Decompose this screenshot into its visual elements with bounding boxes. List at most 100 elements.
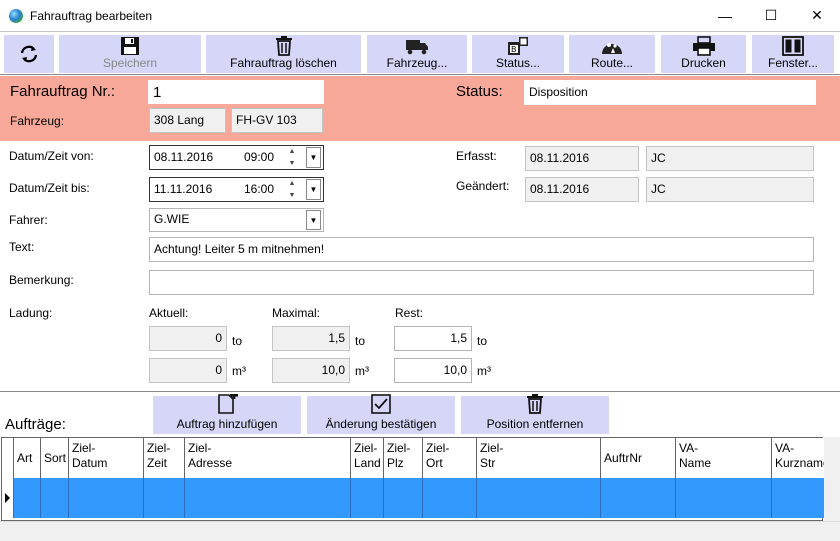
load-rest-label: Rest: (395, 306, 424, 320)
table-cell[interactable] (477, 478, 601, 518)
date-to-label: Datum/Zeit bis: (9, 181, 90, 195)
table-cell[interactable] (601, 478, 676, 518)
load-max-m3-field: 10,0 (272, 358, 350, 383)
col-header-ziel-ort[interactable]: Ziel- Ort (423, 438, 477, 478)
load-rest-m3-field: 10,0 (394, 358, 472, 383)
table-row[interactable] (2, 478, 824, 518)
vehicle-button[interactable]: Fahrzeug... (367, 35, 467, 73)
refresh-button[interactable] (4, 35, 54, 73)
printer-icon (692, 36, 716, 56)
col-header-va-kurzname[interactable]: VA- Kurzname (772, 438, 824, 478)
col-header-va-name[interactable]: VA- Name (676, 438, 772, 478)
confirm-change-button[interactable]: Änderung bestätigen (307, 394, 455, 434)
col-header-ziel-str[interactable]: Ziel- Str (477, 438, 601, 478)
status-field[interactable]: Disposition (524, 80, 816, 105)
col-header-ziel-datum[interactable]: Ziel- Datum (69, 438, 144, 478)
route-icon (600, 36, 624, 56)
spin-up-icon[interactable]: ▲ (284, 177, 300, 189)
table-cell[interactable] (185, 478, 351, 518)
row-header-corner (2, 438, 14, 478)
date-from-dropdown-icon[interactable]: ▼ (306, 147, 321, 168)
col-header-ziel-plz[interactable]: Ziel- Plz (384, 438, 423, 478)
toolbar: Speichern Fahrauftrag löschen Fahrzeug..… (0, 31, 840, 75)
unit-m3-label: m³ (232, 364, 246, 378)
remark-field[interactable] (149, 270, 814, 295)
table-cell[interactable] (384, 478, 423, 518)
window-title: Fahrauftrag bearbeiten (30, 9, 153, 23)
remark-label: Bemerkung: (9, 273, 74, 287)
date-from-spinner[interactable]: ▲ ▼ (284, 145, 300, 169)
current-row-arrow-icon (5, 493, 10, 503)
col-header-ziel-land[interactable]: Ziel- Land (351, 438, 384, 478)
unit-m3-label: m³ (477, 364, 491, 378)
add-document-icon (216, 392, 238, 417)
text-label: Text: (9, 240, 35, 254)
window-label: Fenster... (767, 56, 819, 70)
table-cell[interactable] (144, 478, 185, 518)
spin-up-icon[interactable]: ▲ (284, 145, 300, 157)
table-cell[interactable] (41, 478, 69, 518)
unit-t-label: to (232, 334, 243, 348)
route-button[interactable]: Route... (569, 35, 655, 73)
unit-t-label: to (355, 334, 366, 348)
unit-m3-label: m³ (355, 364, 369, 378)
delete-order-button[interactable]: Fahrauftrag löschen (206, 35, 361, 73)
save-button[interactable]: Speichern (59, 35, 201, 73)
status-button[interactable]: B Status... (472, 35, 564, 73)
add-order-label: Auftrag hinzufügen (176, 417, 278, 431)
col-header-art[interactable]: Art (14, 438, 41, 478)
changed-date-field: 08.11.2016 (525, 177, 639, 202)
col-header-sort[interactable]: Sort (41, 438, 69, 478)
table-cell[interactable] (14, 478, 41, 518)
driver-label: Fahrer: (9, 213, 48, 227)
col-header-auftrnr[interactable]: AuftrNr (601, 438, 676, 478)
title-bar[interactable]: Fahrauftrag bearbeiten — ☐ ✕ (0, 0, 840, 31)
driver-dropdown-icon[interactable]: ▼ (306, 210, 321, 230)
vertical-scrollbar[interactable] (824, 437, 840, 521)
window-icon (781, 36, 805, 56)
table-cell[interactable] (351, 478, 384, 518)
changed-label: Geändert: (456, 179, 510, 193)
spin-down-icon[interactable]: ▼ (284, 189, 300, 201)
date-to-spinner[interactable]: ▲ ▼ (284, 177, 300, 201)
trash-icon (272, 36, 296, 56)
app-icon (9, 9, 23, 23)
created-by-field: JC (646, 146, 814, 171)
print-label: Drucken (681, 56, 726, 70)
vehicle-plate-field: FH-GV 103 (231, 108, 323, 133)
truck-icon (405, 36, 429, 56)
window-button[interactable]: Fenster... (752, 35, 834, 73)
load-current-m3-field: 0 (149, 358, 227, 383)
save-label: Speichern (102, 56, 158, 70)
load-rest-t-field: 1,5 (394, 326, 472, 351)
delete-order-label: Fahrauftrag löschen (230, 56, 337, 70)
trash-icon (526, 394, 544, 417)
orders-label: Aufträge: (5, 416, 66, 433)
table-cell[interactable] (676, 478, 772, 518)
order-number-field[interactable]: 1 (148, 80, 324, 104)
table-cell[interactable] (69, 478, 144, 518)
checkbox-icon (371, 394, 391, 417)
vehicle-label: Fahrzeug... (386, 56, 448, 70)
row-selector[interactable] (2, 478, 14, 518)
remove-position-button[interactable]: Position entfernen (461, 394, 609, 434)
maximize-button[interactable]: ☐ (748, 0, 794, 31)
date-to-dropdown-icon[interactable]: ▼ (306, 179, 321, 200)
col-header-ziel-zeit[interactable]: Ziel- Zeit (144, 438, 185, 478)
spin-down-icon[interactable]: ▼ (284, 157, 300, 169)
horizontal-scrollbar[interactable] (0, 521, 840, 541)
driver-select[interactable]: G.WIE (149, 208, 324, 232)
orders-table[interactable]: Art Sort Ziel- Datum Ziel- Zeit Ziel- Ad… (1, 437, 824, 521)
add-order-button[interactable]: Auftrag hinzufügen (153, 392, 301, 434)
text-field[interactable]: Achtung! Leiter 5 m mitnehmen! (149, 237, 814, 262)
minimize-button[interactable]: — (702, 0, 748, 31)
print-button[interactable]: Drucken (661, 35, 746, 73)
table-cell[interactable] (423, 478, 477, 518)
col-header-ziel-adresse[interactable]: Ziel- Adresse (185, 438, 351, 478)
date-from-label: Datum/Zeit von: (9, 149, 94, 163)
created-date-field: 08.11.2016 (525, 146, 639, 171)
confirm-change-label: Änderung bestätigen (325, 417, 437, 431)
changed-by-field: JC (646, 177, 814, 202)
load-max-label: Maximal: (272, 306, 321, 320)
close-button[interactable]: ✕ (794, 0, 840, 31)
